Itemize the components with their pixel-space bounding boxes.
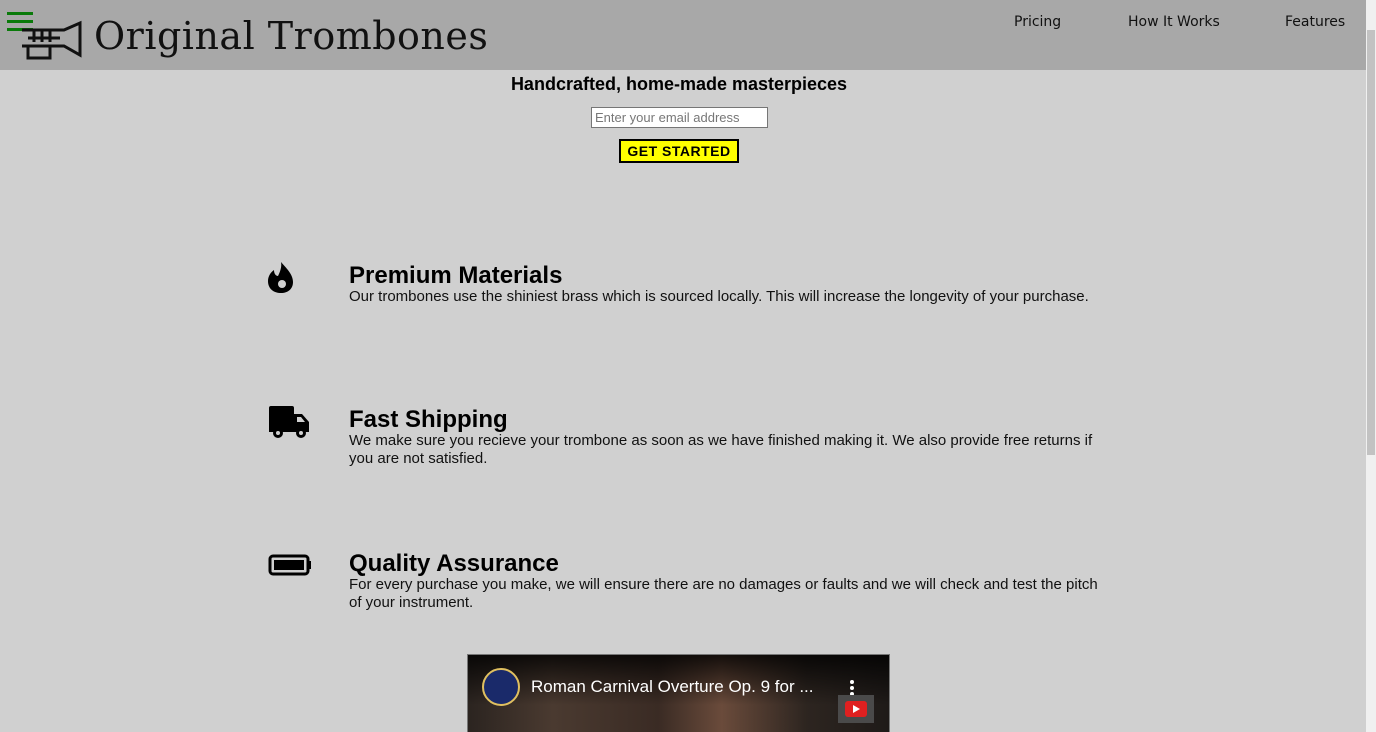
get-started-button[interactable]: GET STARTED <box>619 139 739 163</box>
feature-title: Quality Assurance <box>349 550 559 577</box>
email-input[interactable] <box>591 107 768 128</box>
site-header: Original Trombones Pricing How It Works … <box>0 0 1366 70</box>
feature-description: We make sure you recieve your trombone a… <box>349 432 1093 467</box>
main-nav: Pricing How It Works Features <box>0 14 1366 34</box>
battery-icon <box>268 554 311 576</box>
hero-heading: Handcrafted, home-made masterpieces <box>510 74 848 94</box>
scrollbar-thumb[interactable] <box>1367 30 1375 455</box>
feature-fast-shipping: Fast Shipping We make sure you recieve y… <box>262 406 1102 496</box>
nav-link-features[interactable]: Features <box>1285 14 1345 30</box>
feature-title: Fast Shipping <box>349 406 508 433</box>
channel-avatar[interactable] <box>482 668 520 706</box>
youtube-play-icon[interactable] <box>838 695 874 723</box>
feature-quality-assurance: Quality Assurance For every purchase you… <box>262 550 1102 640</box>
feature-description: For every purchase you make, we will ens… <box>349 576 1098 611</box>
feature-premium-materials: Premium Materials Our trombones use the … <box>262 262 1102 352</box>
video-title[interactable]: Roman Carnival Overture Op. 9 for ... <box>531 677 814 697</box>
fire-icon <box>268 262 293 293</box>
feature-title: Premium Materials <box>349 262 563 289</box>
nav-link-pricing[interactable]: Pricing <box>1014 14 1061 30</box>
feature-description: Our trombones use the shiniest brass whi… <box>349 288 1089 305</box>
truck-icon <box>269 406 309 438</box>
nav-link-how-it-works[interactable]: How It Works <box>1128 14 1220 30</box>
video-embed[interactable]: Roman Carnival Overture Op. 9 for ... <box>467 654 890 732</box>
